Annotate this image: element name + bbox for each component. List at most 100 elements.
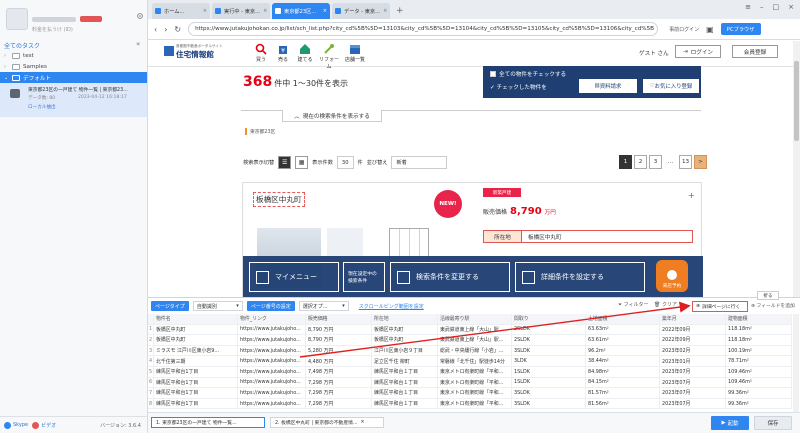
browser-tab-home[interactable]: ホーム... × <box>152 3 210 19</box>
close-icon[interactable]: × <box>323 8 327 14</box>
tree-folder-test[interactable]: › test <box>0 50 147 61</box>
back-icon[interactable]: ‹ <box>154 25 157 34</box>
logo-mark[interactable] <box>164 46 174 56</box>
table-cell: 84.98m² <box>586 366 660 377</box>
check-all-row[interactable]: 全ての物件をチェックする <box>490 70 566 78</box>
my-menu-button[interactable]: マイメニュー <box>249 262 339 292</box>
table-cell: https://www.jutakujoho... <box>238 356 306 366</box>
show-conditions-toggle[interactable]: ︿ 現在の検索条件を表示する <box>282 110 382 122</box>
table-row[interactable]: 7 練馬区平和台1丁目 https://www.jutakujoho... 7,298… <box>148 388 792 399</box>
sort-select[interactable]: 新着 <box>391 156 448 169</box>
page-number-select[interactable]: 選択オプ... ▾ <box>298 301 349 311</box>
video-link[interactable]: ビデオ <box>32 421 56 429</box>
all-tasks-header[interactable]: 全てのタスク <box>4 41 40 50</box>
table-cell: https://www.jutakujoho... <box>238 388 306 398</box>
nav-stores[interactable]: 店舗一覧 <box>344 43 366 63</box>
next-page-button[interactable]: > <box>694 155 707 169</box>
grid-view-icon[interactable]: ▦ <box>295 156 309 169</box>
gear-icon[interactable] <box>136 12 144 20</box>
new-tab-button[interactable]: + <box>396 3 404 19</box>
menu-icon[interactable]: ≡ <box>745 3 751 11</box>
avatar[interactable] <box>6 8 28 30</box>
site-logo[interactable]: 住宅情報館 <box>176 49 214 60</box>
clear-button[interactable]: 🗑 クリア <box>654 301 677 308</box>
forward-icon[interactable]: › <box>164 25 167 34</box>
column-header[interactable]: 物件_リンク <box>238 314 306 324</box>
pre-login-link[interactable]: 事前ログイン <box>669 26 699 33</box>
current-conditions-button[interactable]: 現在設定中の検索条件 <box>343 262 385 292</box>
scroll-range-link[interactable]: スクロールビング範囲を設定 <box>359 303 424 310</box>
table-row[interactable]: 8 練馬区平和台1丁目 https://www.jutakujoho... 7,298… <box>148 398 792 410</box>
reload-icon[interactable]: ↻ <box>174 25 181 34</box>
table-cell: 2023年07月 <box>660 388 726 398</box>
nav-reform[interactable]: リフォーム <box>318 43 340 70</box>
column-header[interactable]: 所在地 <box>372 314 438 324</box>
column-header[interactable]: 間取り <box>512 314 586 324</box>
skype-link[interactable]: Skype <box>4 421 28 429</box>
register-button[interactable]: 会員登録 <box>732 45 778 58</box>
maximize-icon[interactable]: □ <box>773 3 780 11</box>
minimize-icon[interactable]: – <box>760 3 764 11</box>
tree-folder-default[interactable]: ⌄ デフォルト <box>0 72 147 83</box>
table-cell: 1SLDK <box>512 377 586 388</box>
page-3[interactable]: 3 <box>649 155 662 169</box>
collapse-pane-icon[interactable]: « <box>136 40 140 48</box>
table-row[interactable]: 4 北千住第三期 https://www.jutakujoho... 4,480 万円… <box>148 356 792 367</box>
close-icon[interactable]: × <box>203 8 207 14</box>
close-window-icon[interactable]: × <box>788 3 794 11</box>
close-icon[interactable]: × <box>361 420 365 425</box>
check-all-checkbox[interactable] <box>490 71 496 77</box>
table-row[interactable]: 6 練馬区平和台1丁目 https://www.jutakujoho... 7,298… <box>148 377 792 389</box>
save-button[interactable]: 保存 <box>754 416 792 430</box>
page-2[interactable]: 2 <box>634 155 647 169</box>
table-row[interactable]: 1 板橋区中丸町 https://www.jutakujoho... 8,790 万円… <box>148 324 792 336</box>
column-header[interactable]: 土地面積 <box>586 314 660 324</box>
column-header[interactable]: 販売価格 <box>306 314 372 324</box>
page-tab-1[interactable]: 1. 東京都23区の一戸建て 物件一覧... <box>151 417 265 428</box>
browser-tab-running[interactable]: 実行中 - 東京... × <box>212 3 270 19</box>
browser-tab-active[interactable]: 東京都23区... × <box>272 3 330 19</box>
table-row[interactable]: 2 板橋区中丸町 https://www.jutakujoho... 8,790 万円… <box>148 335 792 346</box>
change-conditions-button[interactable]: 検索条件を変更する <box>390 262 510 292</box>
pc-browser-select[interactable]: PCブラウザ <box>720 23 761 35</box>
page-tab-2[interactable]: 2. 板橋区中丸町 | 東京都の不動産情... × <box>270 417 384 428</box>
page-type-select[interactable]: 自動識別 ▾ <box>192 301 243 311</box>
task-item[interactable]: 東京都23区の一戸建て 物件一覧 | 東京都23... データ数: 80 202… <box>0 83 147 117</box>
table-scrollbar[interactable] <box>793 314 799 412</box>
column-header[interactable]: 物件名 <box>154 314 238 324</box>
list-view-icon[interactable]: ☰ <box>278 156 292 169</box>
screen-icon[interactable]: ▣ <box>706 25 714 34</box>
property-title[interactable]: 板橋区中丸町 <box>253 192 305 207</box>
page-scrollbar[interactable] <box>793 41 800 297</box>
tree-folder-samples[interactable]: › Samples <box>0 61 147 72</box>
page-13[interactable]: 13 <box>679 155 692 169</box>
nav-build[interactable]: 建てる <box>294 43 316 63</box>
table-cell: 7,298 万円 <box>306 398 372 409</box>
close-icon[interactable]: × <box>383 8 387 14</box>
favorite-button[interactable]: ♡ お気に入り登録 <box>643 79 699 93</box>
nav-buy[interactable]: 買う <box>250 43 272 63</box>
column-header[interactable]: 築年月 <box>660 314 726 324</box>
request-docs-button[interactable]: ▤ 資料請求 <box>579 79 637 93</box>
visit-reservation-button[interactable]: 来店予約 <box>656 260 688 292</box>
clear-label: クリア <box>661 302 677 308</box>
browser-tab-data[interactable]: データ - 東京... × <box>332 3 390 19</box>
go-detail-page-button[interactable]: ⊕ 詳細ページに行く <box>692 301 748 312</box>
column-header[interactable]: 沿線最寄り駅 <box>438 314 512 324</box>
detail-conditions-button[interactable]: 詳細条件を設定する <box>515 262 645 292</box>
close-icon[interactable]: × <box>263 8 267 14</box>
expand-icon[interactable]: + <box>688 191 695 200</box>
table-row[interactable]: 3 ミラスモ 江戸川区東小岩9... https://www.jutakujoho.… <box>148 345 792 357</box>
run-button[interactable]: ▶ 起動 <box>711 416 749 430</box>
scrollbar-thumb[interactable] <box>794 61 799 141</box>
per-page-select[interactable]: 30 <box>336 156 354 169</box>
page-1[interactable]: 1 <box>619 155 632 169</box>
nav-sell[interactable]: ¥ 売る <box>272 43 294 63</box>
page-icon <box>215 8 221 14</box>
url-input[interactable]: https://www.jutakujohokan.co.jp/list/sch… <box>188 22 659 36</box>
column-header[interactable]: 建物面積 <box>726 314 792 324</box>
add-field-button[interactable]: ⊕ フィールドを追加 <box>751 302 795 309</box>
filter-button[interactable]: ⏷ フィルター <box>618 301 649 308</box>
table-row[interactable]: 5 練馬区平和台1丁目 https://www.jutakujoho... 7,498… <box>148 366 792 378</box>
login-button[interactable]: ⇥ ログイン <box>675 45 721 58</box>
